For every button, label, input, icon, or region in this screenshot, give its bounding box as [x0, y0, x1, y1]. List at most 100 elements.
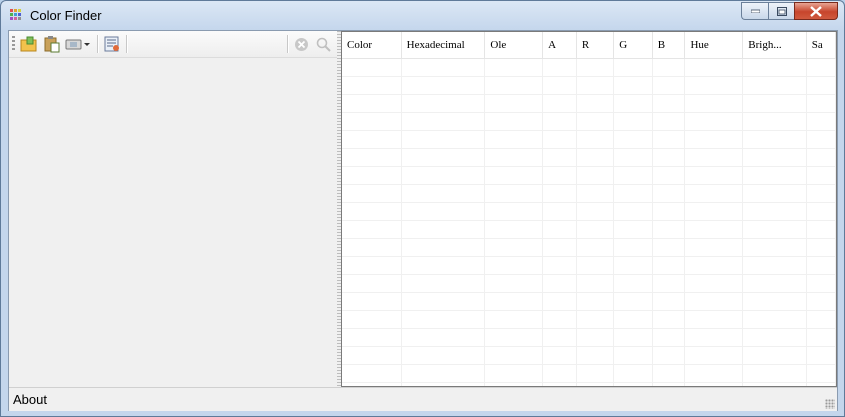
empty-grid-cell — [684, 256, 744, 275]
empty-grid-cell — [401, 220, 486, 239]
capture-dropdown-button[interactable] — [65, 34, 91, 54]
empty-grid-cell — [806, 130, 836, 149]
empty-grid-row — [342, 274, 836, 293]
empty-grid-row — [342, 184, 836, 203]
empty-grid-cell — [484, 328, 544, 347]
empty-grid-cell — [484, 346, 544, 365]
empty-grid-row — [342, 256, 836, 275]
empty-grid-cell — [684, 148, 744, 167]
empty-grid-cell — [401, 58, 486, 77]
window-title: Color Finder — [30, 8, 102, 23]
empty-grid-cell — [652, 328, 686, 347]
empty-grid-cell — [342, 76, 402, 95]
empty-grid-cell — [342, 346, 402, 365]
empty-grid-cell — [652, 76, 686, 95]
empty-grid-cell — [542, 76, 577, 95]
empty-grid-cell — [684, 274, 744, 293]
color-grid[interactable]: Color Hexadecimal Ole A R G B Hue Brigh.… — [341, 31, 837, 387]
empty-grid-cell — [484, 112, 544, 131]
minimize-button[interactable] — [741, 2, 768, 20]
empty-grid-cell — [401, 112, 486, 131]
empty-grid-cell — [684, 184, 744, 203]
about-label[interactable]: About — [13, 392, 47, 407]
empty-grid-cell — [613, 148, 653, 167]
empty-grid-cell — [684, 238, 744, 257]
column-header-saturation[interactable]: Sa — [806, 32, 836, 59]
toolbar-grip[interactable] — [12, 36, 15, 52]
settings-list-icon — [104, 36, 119, 52]
empty-grid-cell — [613, 166, 653, 185]
column-header-hexadecimal[interactable]: Hexadecimal — [401, 32, 486, 59]
empty-grid-cell — [652, 148, 686, 167]
app-icon — [10, 9, 22, 21]
empty-grid-cell — [613, 310, 653, 329]
empty-grid-cell — [576, 202, 615, 221]
maximize-icon — [776, 6, 787, 16]
empty-grid-cell — [484, 256, 544, 275]
empty-grid-row — [342, 238, 836, 257]
empty-grid-cell — [542, 112, 577, 131]
empty-grid-cell — [742, 256, 807, 275]
empty-grid-cell — [652, 256, 686, 275]
empty-grid-cell — [684, 292, 744, 311]
empty-grid-cell — [613, 346, 653, 365]
empty-grid-cell — [542, 94, 577, 113]
empty-grid-cell — [742, 274, 807, 293]
column-header-ole[interactable]: Ole — [484, 32, 544, 59]
empty-grid-cell — [576, 238, 615, 257]
empty-grid-cell — [613, 202, 653, 221]
column-header-g[interactable]: G — [613, 32, 653, 59]
empty-grid-row — [342, 364, 836, 383]
left-pane — [9, 31, 337, 387]
column-header-a[interactable]: A — [542, 32, 577, 59]
empty-grid-cell — [576, 274, 615, 293]
empty-grid-cell — [484, 274, 544, 293]
column-header-brightness[interactable]: Brigh... — [742, 32, 807, 59]
empty-grid-cell — [652, 364, 686, 383]
empty-grid-cell — [576, 76, 615, 95]
empty-grid-cell — [576, 112, 615, 131]
close-button[interactable] — [794, 2, 838, 20]
empty-grid-cell — [342, 292, 402, 311]
empty-grid-cell — [542, 346, 577, 365]
empty-grid-cell — [742, 76, 807, 95]
open-folder-button[interactable] — [19, 34, 39, 54]
empty-grid-cell — [742, 94, 807, 113]
empty-grid-cell — [652, 274, 686, 293]
empty-grid-cell — [613, 256, 653, 275]
resize-grip[interactable] — [825, 399, 835, 409]
column-header-hue[interactable]: Hue — [684, 32, 744, 59]
empty-grid-cell — [342, 310, 402, 329]
empty-grid-cell — [613, 364, 653, 383]
empty-grid-cell — [576, 310, 615, 329]
column-header-b[interactable]: B — [652, 32, 686, 59]
empty-grid-cell — [542, 256, 577, 275]
maximize-button[interactable] — [768, 2, 794, 20]
title-bar[interactable]: Color Finder — [1, 1, 844, 29]
empty-grid-cell — [742, 166, 807, 185]
column-header-r[interactable]: R — [576, 32, 615, 59]
paste-icon — [44, 36, 60, 53]
empty-grid-cell — [576, 184, 615, 203]
empty-grid-cell — [484, 364, 544, 383]
paste-button[interactable] — [42, 34, 62, 54]
minimize-icon — [750, 9, 760, 13]
empty-grid-cell — [652, 202, 686, 221]
open-folder-icon — [20, 36, 37, 52]
empty-grid-cell — [742, 130, 807, 149]
empty-grid-cell — [576, 256, 615, 275]
empty-grid-cell — [576, 166, 615, 185]
zoom-button[interactable] — [314, 34, 332, 54]
clear-button[interactable] — [292, 34, 310, 54]
empty-grid-cell — [652, 292, 686, 311]
empty-grid-cell — [342, 220, 402, 239]
empty-grid-row — [342, 148, 836, 167]
column-header-color[interactable]: Color — [342, 32, 402, 59]
empty-grid-cell — [613, 130, 653, 149]
empty-grid-cell — [613, 238, 653, 257]
empty-grid-cell — [542, 220, 577, 239]
empty-grid-cell — [684, 58, 744, 77]
settings-list-button[interactable] — [102, 34, 122, 54]
empty-grid-cell — [742, 58, 807, 77]
empty-grid-cell — [342, 238, 402, 257]
